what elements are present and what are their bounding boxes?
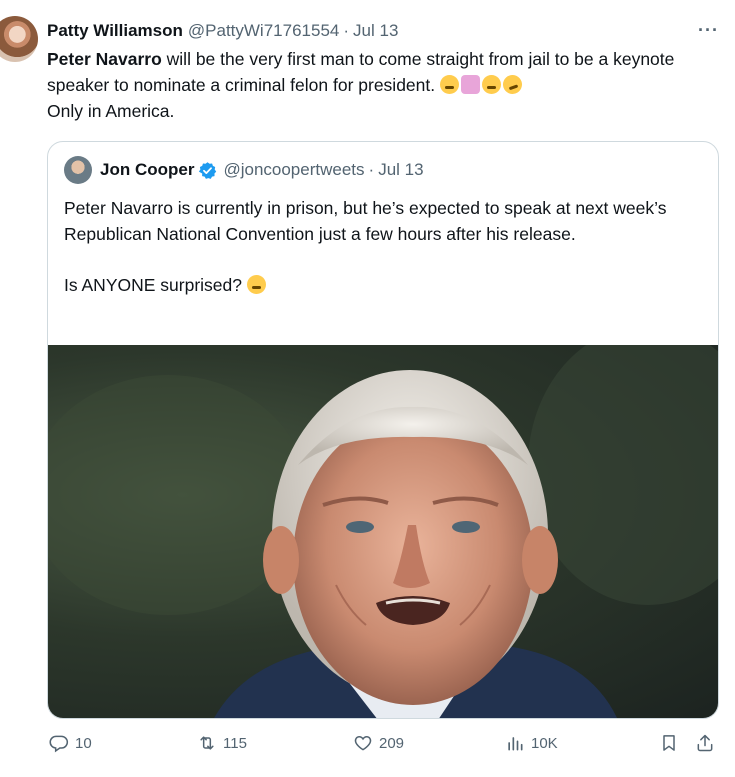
quoted-tweet-date[interactable]: Jul 13 (378, 160, 423, 180)
quoted-tweet-text: Peter Navarro is currently in prison, bu… (64, 195, 704, 298)
reply-button[interactable]: 10 (49, 733, 92, 753)
bookmark-icon (663, 735, 675, 751)
portrait-photo-illustration (48, 345, 718, 718)
tweet-text-line2: Only in America. (47, 101, 175, 121)
quoted-paragraph-2: Is ANYONE surprised? (64, 272, 704, 298)
share-button[interactable] (695, 733, 715, 753)
tears-of-joy-emoji-icon (481, 75, 501, 94)
more-options-icon[interactable]: ··· (698, 20, 719, 41)
views-button[interactable]: 10K (505, 733, 558, 753)
repost-button[interactable]: 115 (197, 733, 247, 753)
author-name[interactable]: Patty Williamson (47, 21, 183, 41)
tweet-mention-bold: Peter Navarro (47, 49, 162, 69)
tweet-header: Patty Williamson @PattyWi71761554 · Jul … (47, 21, 398, 41)
like-button[interactable]: 209 (353, 733, 404, 753)
quoted-tweet-header: Jon Cooper @joncoopertweets · Jul 13 (64, 156, 424, 184)
tweet-text: Peter Navarro will be the very first man… (47, 46, 717, 124)
quoted-author-avatar[interactable] (64, 156, 92, 184)
tweet-date[interactable]: Jul 13 (353, 21, 398, 41)
quoted-author-name[interactable]: Jon Cooper (100, 160, 194, 180)
heart-icon (354, 735, 372, 751)
verified-badge-icon (199, 161, 217, 179)
repost-count: 115 (223, 734, 247, 752)
rolling-on-floor-laughing-emoji-icon (500, 72, 525, 97)
quoted-paragraph-1: Peter Navarro is currently in prison, bu… (64, 198, 667, 244)
quoted-paragraph-2-text: Is ANYONE surprised? (64, 275, 247, 295)
reply-icon (49, 735, 69, 753)
share-icon (697, 734, 713, 752)
reply-count: 10 (75, 734, 92, 752)
rolling-eyes-emoji-icon (439, 75, 459, 94)
quoted-tweet-card[interactable]: Jon Cooper @joncoopertweets · Jul 13 Pet… (47, 141, 719, 719)
repost-icon (200, 736, 214, 750)
views-count: 10K (531, 734, 558, 752)
quoted-header-separator: · (368, 160, 375, 179)
woman-facepalming-emoji-icon (460, 75, 480, 94)
quoted-author-handle[interactable]: @joncoopertweets (223, 160, 364, 180)
raised-eyebrow-emoji-icon (246, 275, 266, 294)
author-avatar[interactable] (0, 16, 38, 62)
header-separator: · (343, 21, 350, 40)
tweet-actions-bar: 10 115 209 10K (47, 733, 722, 763)
quoted-tweet-photo[interactable] (48, 345, 718, 718)
views-chart-icon (508, 737, 523, 751)
author-handle[interactable]: @PattyWi71761554 (188, 21, 339, 41)
like-count: 209 (379, 734, 405, 752)
bookmark-button[interactable] (659, 733, 679, 753)
